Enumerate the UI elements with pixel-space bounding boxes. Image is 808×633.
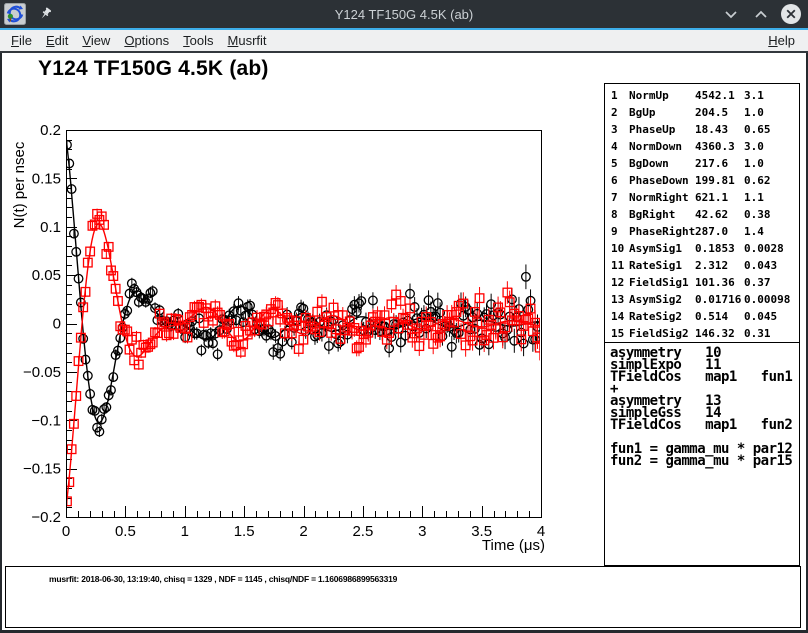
window-title: Y124 TF150G 4.5K (ab) [0, 7, 808, 22]
title-bar[interactable]: Y124 TF150G 4.5K (ab) [0, 0, 808, 28]
parameter-box[interactable]: 1NormUp4542.13.12BgUp204.51.03PhaseUp18.… [604, 83, 800, 342]
fit-info-line: musrfit: 2018-06-30, 13:19:40, chisq = 1… [49, 574, 397, 584]
app-window: Y124 TF150G 4.5K (ab) File Edit View Opt… [0, 0, 808, 633]
param-row: 3PhaseUp18.430.65 [605, 122, 799, 139]
svg-text:Time (μs): Time (μs) [482, 537, 545, 554]
root-canvas: Y124 TF150G 4.5K (ab) N(t) per nsec 00.5… [2, 53, 806, 630]
param-row: 8BgRight42.620.38 [605, 207, 799, 224]
svg-text:−0.05: −0.05 [23, 364, 61, 381]
svg-text:0.1: 0.1 [40, 219, 61, 236]
menu-file[interactable]: File [4, 33, 39, 48]
param-row: 2BgUp204.51.0 [605, 105, 799, 122]
svg-text:0.15: 0.15 [32, 170, 61, 187]
minimize-button[interactable] [720, 3, 742, 25]
svg-text:−0.1: −0.1 [31, 412, 61, 429]
svg-text:0.5: 0.5 [115, 523, 136, 540]
legend-box[interactable]: musrfit: 2018-06-30, 13:19:40, chisq = 1… [5, 566, 801, 628]
param-row: 9PhaseRight287.01.4 [605, 224, 799, 241]
menu-help[interactable]: Help [761, 33, 802, 48]
menu-edit[interactable]: Edit [39, 33, 75, 48]
menu-view[interactable]: View [75, 33, 117, 48]
svg-text:0.2: 0.2 [40, 122, 61, 139]
theory-text: asymmetry 10 simplExpo 11 TFieldCos map1… [605, 343, 799, 467]
root-app-icon [4, 3, 26, 25]
svg-text:−0.15: −0.15 [23, 461, 61, 478]
param-row: 14RateSig20.5140.045 [605, 309, 799, 326]
svg-text:−0.2: −0.2 [31, 509, 61, 526]
svg-text:3: 3 [418, 523, 426, 540]
svg-text:0: 0 [53, 316, 61, 333]
param-row: 10AsymSig10.18530.0028 [605, 241, 799, 258]
theory-box[interactable]: asymmetry 10 simplExpo 11 TFieldCos map1… [604, 342, 800, 566]
svg-text:1: 1 [181, 523, 189, 540]
menu-tools[interactable]: Tools [176, 33, 220, 48]
param-row: 11RateSig12.3120.043 [605, 258, 799, 275]
svg-text:1.5: 1.5 [234, 523, 255, 540]
param-row: 15FieldSig2146.320.31 [605, 326, 799, 343]
param-row: 6PhaseDown199.810.62 [605, 173, 799, 190]
menu-musrfit[interactable]: Musrfit [221, 33, 274, 48]
param-row: 5BgDown217.61.0 [605, 156, 799, 173]
param-row: 13AsymSig20.017160.00098 [605, 292, 799, 309]
svg-text:0: 0 [62, 523, 70, 540]
param-row: 12FieldSig1101.360.37 [605, 275, 799, 292]
svg-text:0.05: 0.05 [32, 267, 61, 284]
pin-icon[interactable] [38, 6, 54, 22]
svg-text:2.5: 2.5 [352, 523, 373, 540]
maximize-button[interactable] [750, 3, 772, 25]
close-button[interactable] [780, 3, 802, 25]
param-row: 4NormDown4360.33.0 [605, 139, 799, 156]
param-row: 7NormRight621.11.1 [605, 190, 799, 207]
menu-bar: File Edit View Options Tools Musrfit Hel… [0, 30, 808, 53]
param-row: 1NormUp4542.13.1 [605, 88, 799, 105]
menu-options[interactable]: Options [117, 33, 176, 48]
svg-text:2: 2 [299, 523, 307, 540]
